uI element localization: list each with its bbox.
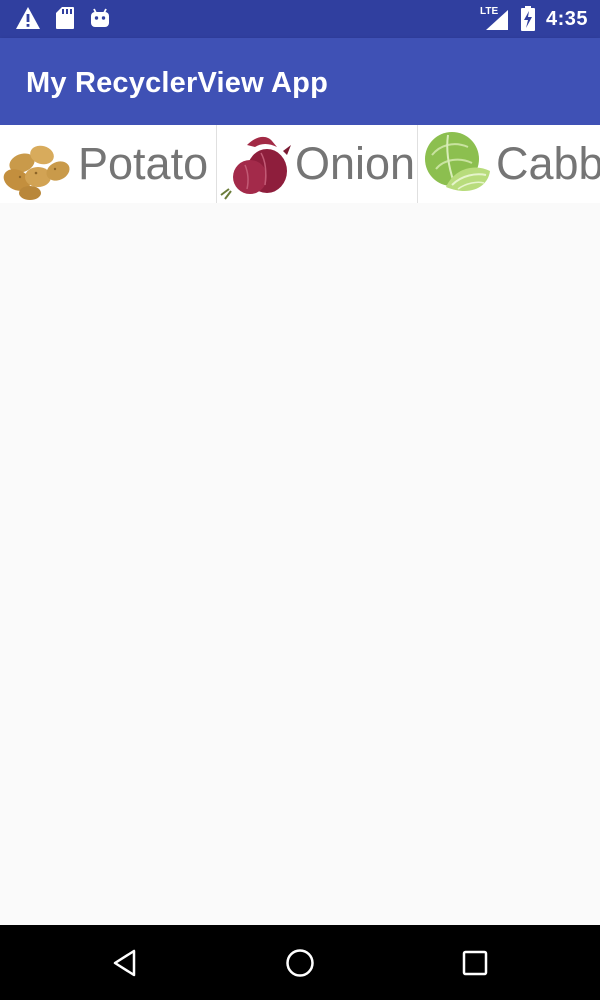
sd-card-icon	[56, 7, 74, 29]
list-item-onion[interactable]: Onion	[217, 125, 418, 203]
status-notification-icons	[15, 6, 111, 30]
list-item-cabbage[interactable]: Cabb	[418, 125, 600, 203]
list-item-label: Cabb	[496, 138, 600, 189]
potato-icon	[3, 145, 70, 200]
app-title: My RecyclerView App	[26, 67, 328, 99]
warning-icon	[16, 7, 40, 29]
android-icon	[91, 8, 109, 27]
navigation-bar	[0, 925, 600, 1000]
home-icon[interactable]	[285, 948, 315, 978]
list-item-label: Onion	[295, 138, 416, 189]
app-toolbar: My RecyclerView App	[0, 38, 600, 125]
battery-charging-icon	[520, 6, 535, 31]
recents-icon[interactable]	[460, 948, 490, 978]
list-item-label: Potato	[78, 138, 209, 189]
onion-icon	[220, 136, 291, 200]
status-time: 4:35	[545, 7, 588, 30]
cabbage-icon	[425, 132, 490, 192]
status-bar: LTE 4:35	[0, 0, 600, 38]
status-system-icons: LTE 4:35	[480, 6, 588, 32]
recycler-list[interactable]: Potato Onion Cabb	[0, 125, 600, 203]
cellular-indicator: LTE	[480, 6, 510, 32]
signal-icon	[485, 10, 508, 30]
back-icon[interactable]	[110, 948, 140, 978]
list-item-potato[interactable]: Potato	[0, 125, 217, 203]
